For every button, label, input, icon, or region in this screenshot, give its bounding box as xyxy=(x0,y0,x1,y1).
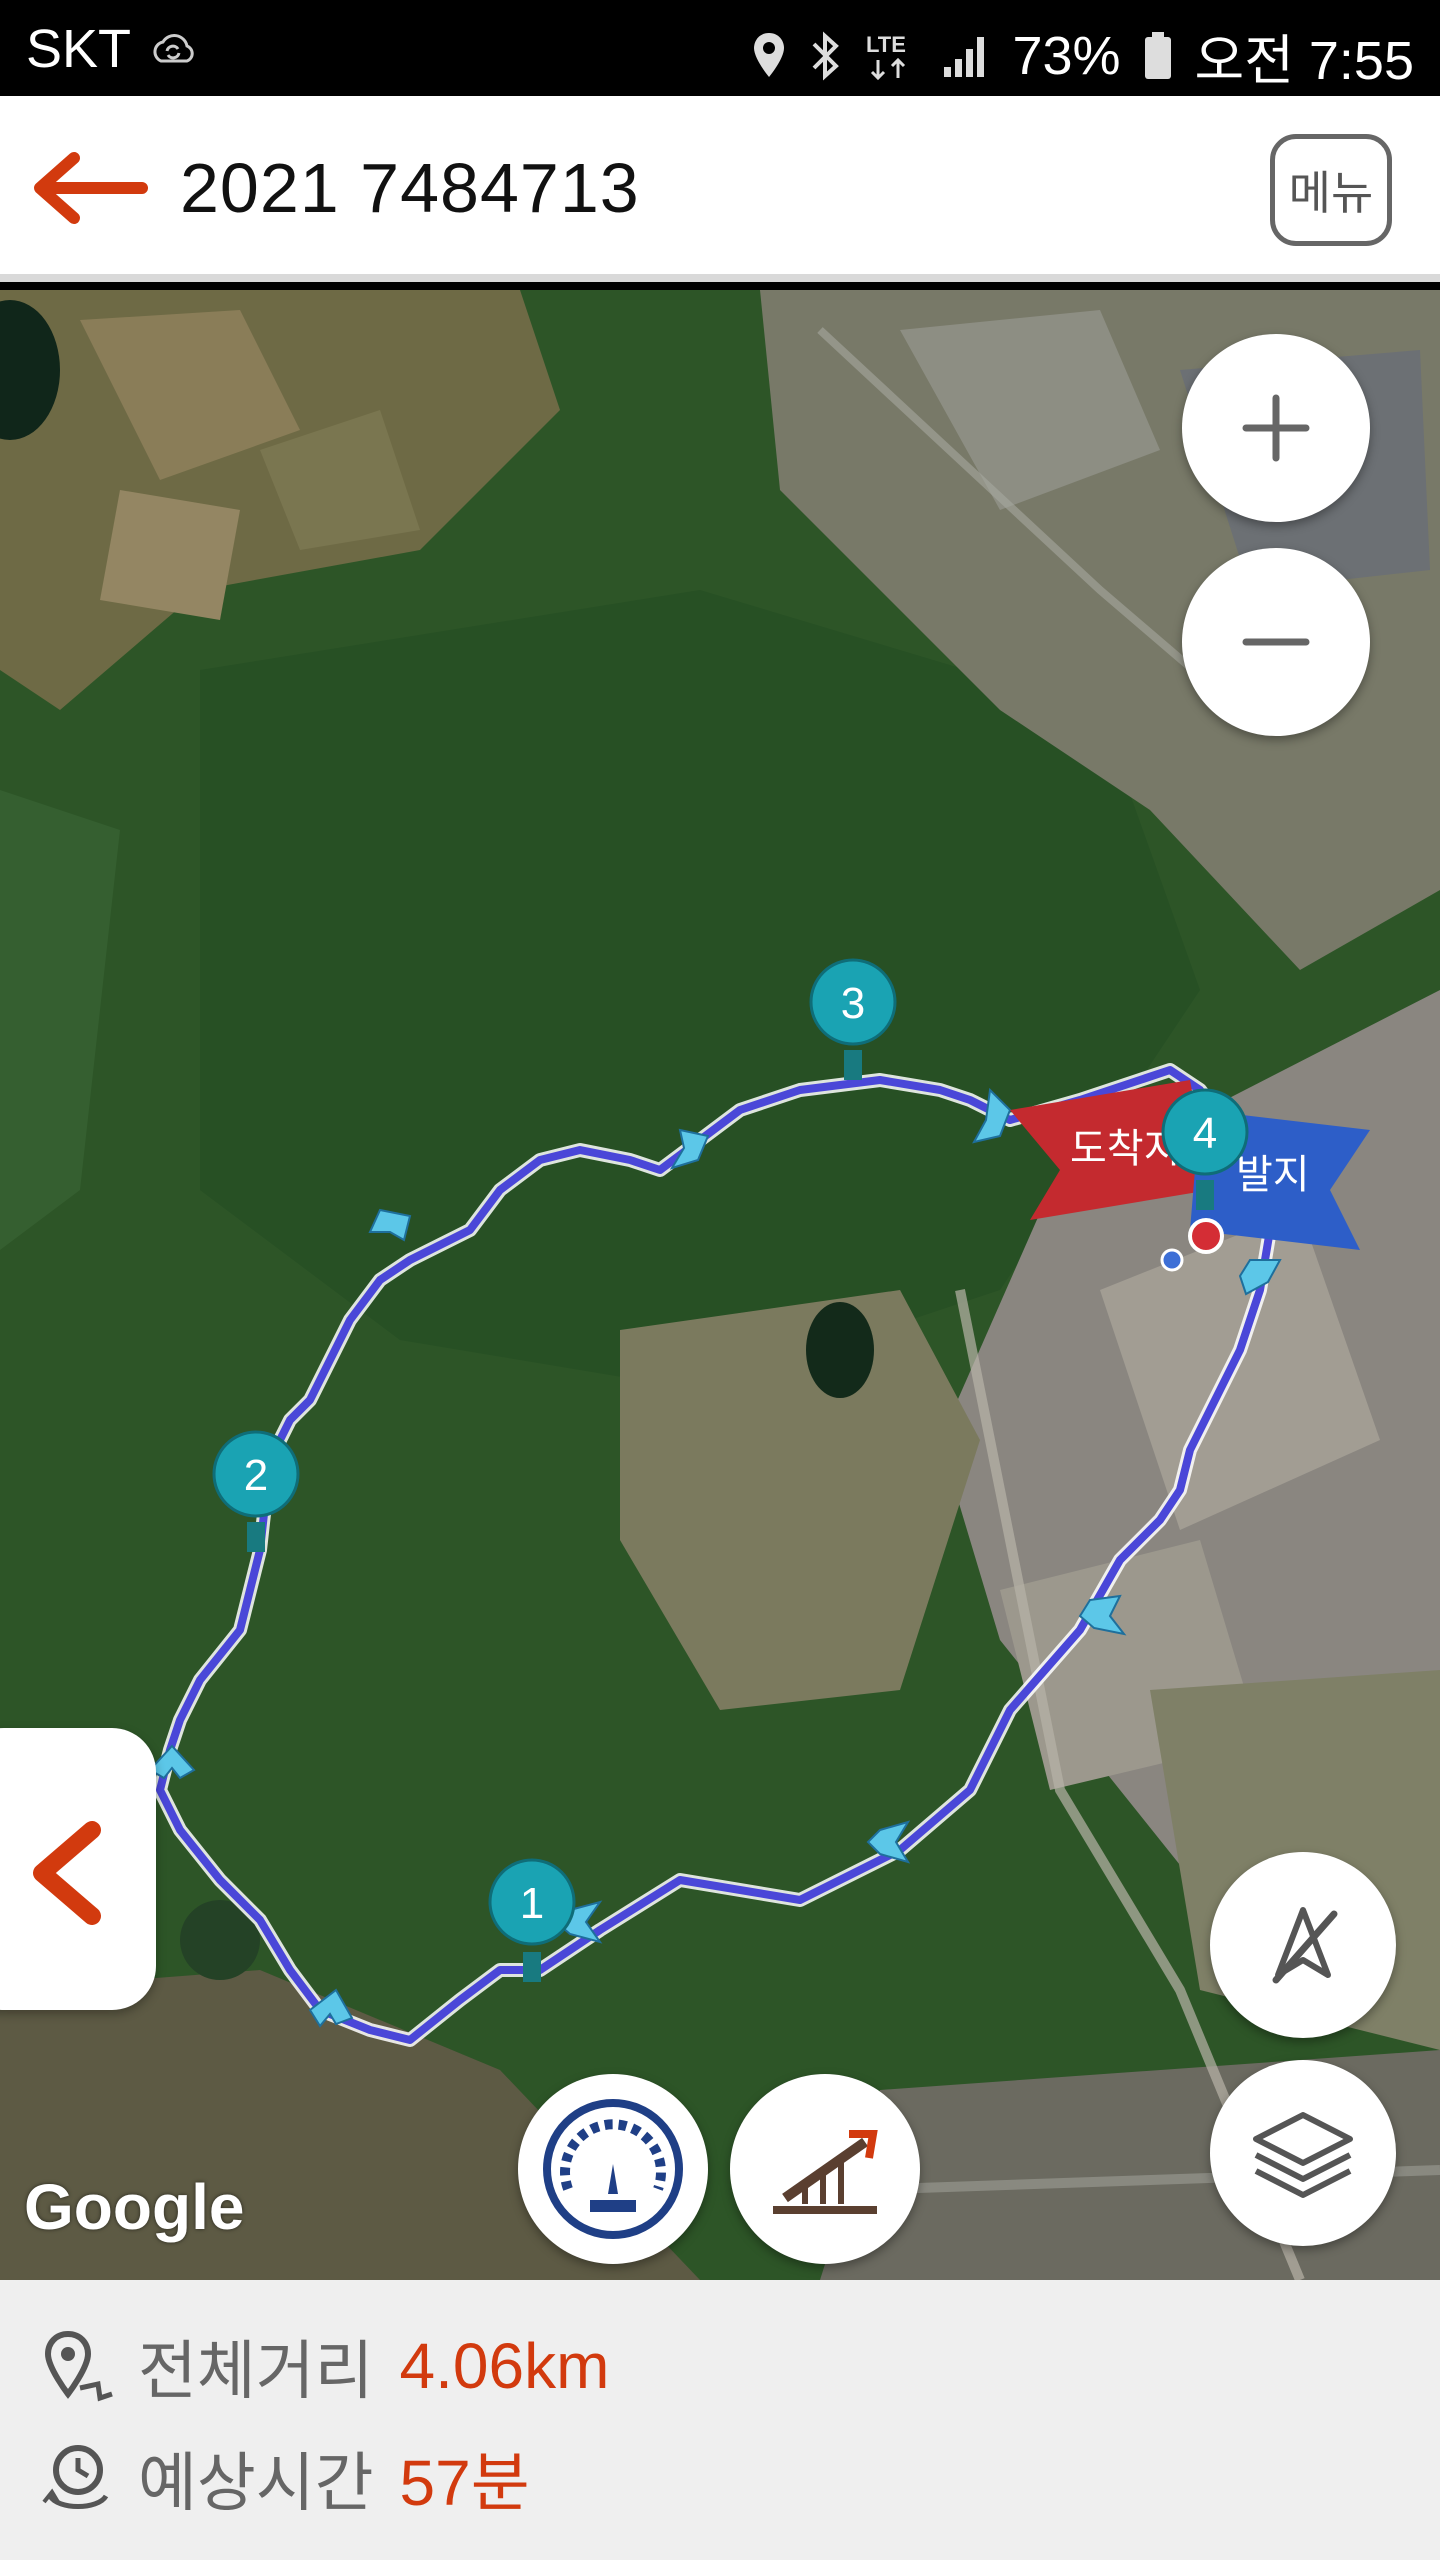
map-view[interactable]: 도착지 발지 1 2 3 4 Google xyxy=(0,290,1440,2280)
battery-percent: 73% xyxy=(1012,25,1121,86)
distance-value: 4.06km xyxy=(399,2330,610,2402)
layers-button[interactable] xyxy=(1210,2060,1396,2246)
elevation-button[interactable] xyxy=(730,2074,920,2264)
zoom-in-button[interactable] xyxy=(1182,334,1370,522)
lte-text: LTE xyxy=(866,32,906,57)
layers-icon xyxy=(1253,2112,1353,2198)
back-button[interactable] xyxy=(30,148,150,228)
clock: 오전 7:55 xyxy=(1194,31,1414,91)
compass-button[interactable] xyxy=(1210,1852,1396,2038)
collapse-left-icon xyxy=(33,1821,101,1925)
waypoint-label: 2 xyxy=(244,1451,268,1500)
distance-pin-icon xyxy=(44,2330,113,2402)
distance-row: 전체거리 4.06km xyxy=(40,2320,609,2412)
waypoint-label: 3 xyxy=(841,979,865,1028)
back-arrow-icon xyxy=(34,152,148,224)
compass-off-icon xyxy=(1272,1907,1338,1984)
time-label: 예상시간 xyxy=(138,2447,374,2521)
elevation-icon xyxy=(773,2130,878,2214)
signal-icon xyxy=(944,36,985,77)
distance-label: 전체거리 xyxy=(138,2335,374,2409)
time-value: 57분 xyxy=(399,2447,530,2519)
google-logo: Google xyxy=(24,2171,245,2243)
waypoint-label: 1 xyxy=(520,1879,544,1928)
waypoint-label: 4 xyxy=(1193,1109,1217,1158)
zoom-out-icon xyxy=(1242,638,1310,646)
location-icon xyxy=(754,32,785,77)
start-pin-icon xyxy=(1188,1218,1224,1254)
bluetooth-icon xyxy=(813,30,840,81)
route-info-panel: 전체거리 4.06km 예상시간 57분 xyxy=(0,2280,1440,2560)
speed-button[interactable] xyxy=(518,2074,708,2264)
cloud-sync-icon xyxy=(153,34,194,63)
lte-icon: LTE xyxy=(866,32,906,80)
clock-icon xyxy=(42,2445,109,2509)
speedometer-icon xyxy=(543,2099,683,2239)
app-header: 2021 7484713 메뉴 xyxy=(0,96,1440,282)
time-row: 예상시간 57분 xyxy=(40,2432,530,2524)
carrier-label: SKT xyxy=(26,19,132,79)
menu-button[interactable]: 메뉴 xyxy=(1270,134,1392,246)
page-title: 2021 7484713 xyxy=(180,149,640,227)
status-bar: SKT LTE 73% 오전 7:55 xyxy=(0,0,1440,96)
departure-flag-text: 발지 xyxy=(1236,1152,1310,1198)
zoom-in-icon xyxy=(1242,394,1310,462)
battery-icon xyxy=(1144,31,1171,79)
zoom-out-button[interactable] xyxy=(1182,548,1370,736)
side-panel-toggle[interactable] xyxy=(0,1728,156,2010)
